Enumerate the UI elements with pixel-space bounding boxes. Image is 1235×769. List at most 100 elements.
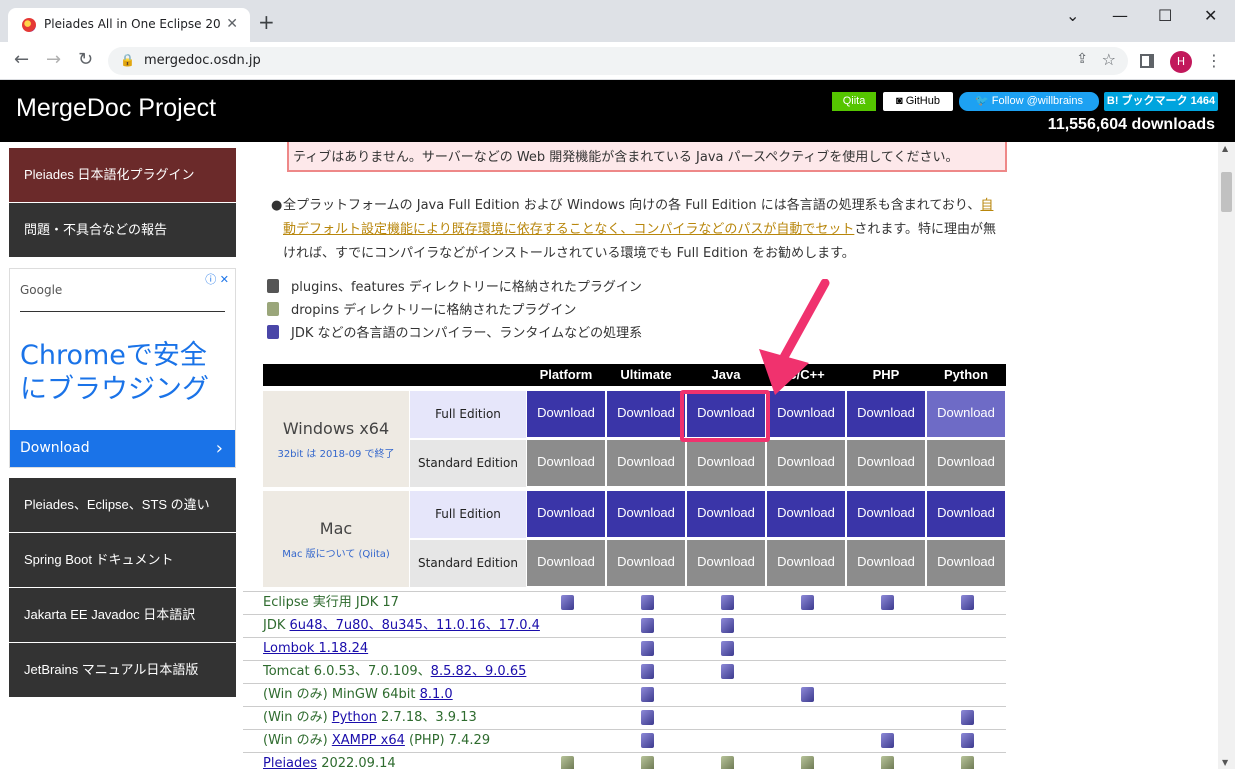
download-mac-std-python[interactable]: Download [927,540,1005,586]
sidebar-item-differences[interactable]: Pleiades、Eclipse、STS の違い [9,478,236,532]
windows-standard-edition-label: Standard Edition [410,440,526,487]
col-php: PHP [872,367,900,382]
scroll-down-arrow-icon[interactable]: ▼ [1222,758,1228,767]
url-text[interactable]: mergedoc.osdn.jp [144,53,261,68]
scrollbar-thumb[interactable] [1221,172,1232,212]
python-link[interactable]: Python [332,710,377,725]
sidebar-item-jetbrains[interactable]: JetBrains マニュアル日本語版 [9,643,236,697]
sidebar: Pleiades 日本語化プラグイン 問題・不具合などの報告 Google ⓘ … [0,142,243,769]
download-mac-full-php[interactable]: Download [847,491,925,537]
side-panel-icon[interactable] [1140,54,1154,68]
pink-arrow-icon [759,279,830,395]
legend-jdk: JDK などの各言語のコンパイラー、ランタイムなどの処理系 [267,322,642,341]
lock-icon[interactable]: 🔒 [120,53,135,67]
jdk-cube-icon [641,618,654,633]
windows-32bit-note-link[interactable]: 32bit は 2018-09 で終了 [263,445,409,460]
sidebar-item-report[interactable]: 問題・不具合などの報告 [9,203,236,257]
forward-icon[interactable]: → [46,49,61,70]
component-row-mingw: (Win のみ) MinGW 64bit 8.1.0 [243,683,1006,706]
jdk-cube-icon [801,595,814,610]
download-windows-full-platform[interactable]: Download [527,391,605,437]
bullet-text-pre: 全プラットフォームの Java Full Edition および Windows… [283,198,981,213]
close-window-button[interactable]: ✕ [1204,6,1217,25]
minimize-button[interactable]: — [1112,6,1128,25]
xampp-link[interactable]: XAMPP x64 [332,733,405,748]
ad-info-icon[interactable]: ⓘ ✕ [205,271,229,287]
address-bar[interactable]: 🔒 mergedoc.osdn.jp ⇪ ☆ [108,47,1128,75]
download-windows-full-ultimate[interactable]: Download [607,391,685,437]
jdk-versions-link[interactable]: 6u48、7u80、8u345、11.0.16、17.0.4 [290,618,540,633]
github-button[interactable]: ◙ GitHub [883,92,953,111]
mac-standard-edition-label: Standard Edition [410,540,526,587]
download-mac-std-php[interactable]: Download [847,540,925,586]
jdk-cube-icon [881,595,894,610]
kebab-menu-icon[interactable]: ⋮ [1206,51,1222,70]
new-tab-button[interactable]: + [258,12,275,32]
browser-toolbar: ← → ↻ 🔒 mergedoc.osdn.jp ⇪ ☆ H ⋮ [0,42,1235,80]
qiita-button[interactable]: Qiita [832,92,876,111]
download-windows-std-ultimate[interactable]: Download [607,440,685,486]
google-ad[interactable]: Google ⓘ ✕ Chromeで安全にブラウジング Download › [9,268,236,468]
sidebar-item-jakarta[interactable]: Jakarta EE Javadoc 日本語訳 [9,588,236,642]
chevron-right-icon: › [215,438,223,459]
site-logo[interactable]: MergeDoc Project [16,86,216,138]
jdk-cube-icon [721,595,734,610]
jdk-cube-icon [561,595,574,610]
component-label: (Win のみ) MinGW 64bit [263,687,420,702]
sidebar-item-pleiades[interactable]: Pleiades 日本語化プラグイン [9,148,236,202]
download-mac-full-python[interactable]: Download [927,491,1005,537]
jdk-cube-icon [641,641,654,656]
windows-os-cell: Windows x64 32bit は 2018-09 で終了 [263,391,409,487]
dropins-cube-icon [641,756,654,769]
download-windows-std-platform[interactable]: Download [527,440,605,486]
tomcat-versions-link[interactable]: 8.5.82、9.0.65 [431,664,527,679]
dropins-cube-icon [881,756,894,769]
mac-block: Mac Mac 版について (Qiita) Full Edition Stand… [263,491,1006,587]
lombok-link[interactable]: Lombok 1.18.24 [263,641,368,656]
jdk-cube-icon [721,618,734,633]
twitter-bird-icon: 🐦 [974,95,992,107]
download-windows-std-php[interactable]: Download [847,440,925,486]
download-mac-full-java[interactable]: Download [687,491,765,537]
maximize-button[interactable]: ☐ [1158,6,1172,25]
close-tab-icon[interactable]: ✕ [226,16,238,32]
dropins-cube-icon [721,756,734,769]
sidebar-item-spring-boot[interactable]: Spring Boot ドキュメント [9,533,236,587]
download-mac-full-ultimate[interactable]: Download [607,491,685,537]
download-windows-full-python[interactable]: Download [927,391,1005,437]
download-mac-std-java[interactable]: Download [687,540,765,586]
browser-tab[interactable]: Pleiades All in One Eclipse 2022 / ✕ [8,8,250,42]
column-header-row: Platform Ultimate Java C/C++ PHP Python [263,364,1006,386]
twitter-follow-button[interactable]: 🐦 Follow @willbrains [959,92,1099,111]
download-windows-std-cpp[interactable]: Download [767,440,845,486]
back-icon[interactable]: ← [14,49,29,70]
ad-download-button[interactable]: Download › [10,430,235,467]
legend-plugins: plugins、features ディレクトリーに格納されたプラグイン [267,276,642,295]
download-windows-std-python[interactable]: Download [927,440,1005,486]
share-icon[interactable]: ⇪ [1076,51,1088,67]
scroll-up-arrow-icon[interactable]: ▲ [1222,144,1228,153]
vertical-scrollbar[interactable]: ▲ ▼ [1218,142,1235,769]
ad-headline[interactable]: Chromeで安全にブラウジング [20,339,225,407]
download-windows-std-java[interactable]: Download [687,440,765,486]
download-mac-full-cpp[interactable]: Download [767,491,845,537]
profile-avatar[interactable]: H [1170,51,1192,73]
download-mac-full-platform[interactable]: Download [527,491,605,537]
tab-search-icon[interactable]: ⌄ [1066,6,1079,25]
download-mac-std-cpp[interactable]: Download [767,540,845,586]
download-mac-std-platform[interactable]: Download [527,540,605,586]
bookmark-star-icon[interactable]: ☆ [1102,50,1116,69]
hatena-bookmark-button[interactable]: B! ブックマーク 1464 [1104,92,1218,111]
windows-block: Windows x64 32bit は 2018-09 で終了 Full Edi… [263,391,1006,487]
reload-icon[interactable]: ↻ [78,49,93,70]
component-row-xampp: (Win のみ) XAMPP x64 (PHP) 7.4.29 [243,729,1006,752]
jdk-cube-icon [641,595,654,610]
col-ultimate: Ultimate [620,367,672,382]
component-label: (Win のみ) [263,710,332,725]
mac-qiita-note-link[interactable]: Mac 版について (Qiita) [263,545,409,560]
download-windows-full-php[interactable]: Download [847,391,925,437]
col-platform: Platform [539,367,593,382]
pleiades-link[interactable]: Pleiades [263,756,317,769]
download-mac-std-ultimate[interactable]: Download [607,540,685,586]
mingw-link[interactable]: 8.1.0 [420,687,453,702]
